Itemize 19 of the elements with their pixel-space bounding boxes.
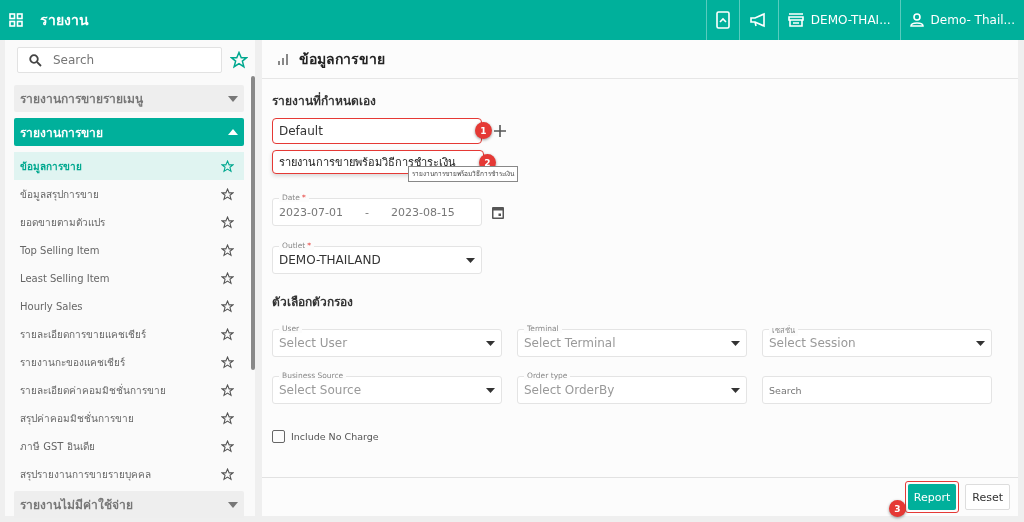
checkbox-label: Include No Charge <box>291 431 379 442</box>
panel-title: ข้อมูลการขาย <box>299 50 385 70</box>
item-label: สรุปค่าคอมมิชชั่นการขาย <box>20 410 134 426</box>
item-label: สรุปรายงานการขายรายบุคคล <box>20 467 151 482</box>
item-label: Top Selling Item <box>20 244 100 256</box>
section-heading: รายงานที่กำหนดเอง <box>272 91 377 110</box>
section-heading: ตัวเลือกตัวกรอง <box>272 294 354 311</box>
item-label: รายละเอียดการขายแคชเชียร์ <box>20 327 146 342</box>
item-label: รายงานกะของแคชเชียร์ <box>20 355 125 370</box>
item-label: รายละเอียดค่าคอมมิชชั่นการขาย <box>20 382 166 398</box>
callout-badge: 1 <box>475 122 492 139</box>
item-label: ข้อมูลสรุปการขาย <box>20 187 99 202</box>
item-label: Least Selling Item <box>20 272 110 284</box>
item-label: Hourly Sales <box>20 300 83 312</box>
item-label: ข้อมูลการขาย <box>20 159 82 174</box>
item-label: ภาษี GST อินเดีย <box>20 439 95 454</box>
page-title: รายงาน <box>40 11 89 30</box>
callout-badge: 3 <box>888 500 906 517</box>
item-label: ยอดขายตามตัวแปร <box>20 215 105 230</box>
